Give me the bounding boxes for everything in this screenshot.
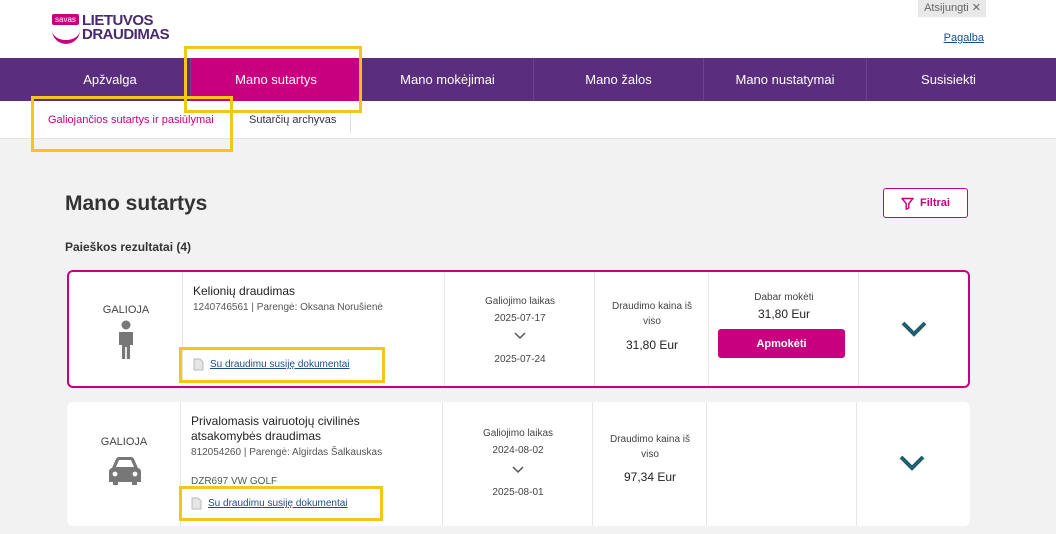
nav-item-payments[interactable]: Mano mokėjimai	[361, 58, 533, 101]
nav-item-claims[interactable]: Mano žalos	[533, 58, 703, 101]
contract-meta: 812054260 | Parengė: Algirdas Šalkauskas	[191, 447, 383, 458]
subnav-item-active-contracts[interactable]: Galiojančios sutartys ir pasiūlymai	[48, 101, 214, 139]
validity-label: Galiojimo laikas	[482, 428, 554, 439]
pay-now-label: Dabar mokėti	[754, 292, 814, 303]
header: savas LIETUVOS DRAUDIMAS Atsijungti ✕ Pa…	[0, 0, 1056, 58]
contract-name: Kelionių draudimas	[193, 284, 296, 298]
contract-card: GALIOJA Kelionių draudimas 1240746561 | …	[67, 270, 970, 388]
nav-item-contact[interactable]: Susisiekti	[866, 58, 1030, 101]
nav-item-settings[interactable]: Mano nustatymai	[703, 58, 866, 101]
price-label: Draudimo kaina iš viso	[611, 301, 693, 327]
nav-item-contracts[interactable]: Mano sutartys	[190, 58, 361, 101]
documents-link[interactable]: Su draudimu susiję dokumentai	[191, 497, 348, 510]
contract-card: GALIOJA Privalomasis vairuotojų civilinė…	[67, 402, 970, 526]
vehicle-plate: DZR697 VW GOLF	[191, 476, 278, 487]
contract-status: GALIOJA	[69, 272, 183, 386]
filter-icon	[901, 197, 914, 210]
logo-swoosh-icon	[52, 28, 80, 44]
expand-toggle[interactable]	[857, 402, 968, 526]
subnav-item-archive[interactable]: Sutarčių archyvas	[249, 101, 336, 139]
status-badge: GALIOJA	[100, 436, 148, 448]
validity-from: 2025-07-17	[494, 313, 546, 324]
contract-validity: Galiojimo laikas 2024-08-02 2025-08-01	[443, 402, 593, 526]
main-nav: Apžvalga Mano sutartys Mano mokėjimai Ma…	[0, 58, 1056, 101]
status-badge: GALIOJA	[102, 304, 150, 316]
chevron-down-icon	[514, 332, 526, 340]
logout-button[interactable]: Atsijungti ✕	[918, 0, 986, 17]
logo[interactable]: savas LIETUVOS DRAUDIMAS	[52, 12, 170, 48]
validity-label: Galiojimo laikas	[484, 296, 556, 307]
validity-to: 2025-07-24	[494, 354, 546, 365]
document-icon	[193, 358, 204, 371]
person-icon	[119, 320, 133, 359]
price-value: 97,34 Eur	[623, 470, 677, 484]
help-link[interactable]: Pagalba	[944, 32, 984, 44]
results-count: Paieškos rezultatai (4)	[65, 240, 192, 254]
car-icon	[109, 457, 141, 485]
nav-item-overview[interactable]: Apžvalga	[30, 58, 190, 101]
contract-info: Privalomasis vairuotojų civilinės atsako…	[181, 402, 443, 526]
chevron-down-icon	[512, 466, 524, 474]
contract-info: Kelionių draudimas 1240746561 | Parengė:…	[183, 272, 445, 386]
contract-status: GALIOJA	[67, 402, 181, 526]
contract-price: Draudimo kaina iš viso 97,34 Eur	[593, 402, 707, 526]
contract-payment	[707, 402, 857, 526]
pay-now-amount: 31,80 Eur	[757, 307, 811, 321]
pay-button[interactable]: Apmokėti	[718, 329, 845, 358]
documents-link-label: Su draudimu susiję dokumentai	[210, 359, 350, 370]
page-title: Mano sutartys	[65, 192, 208, 215]
validity-from: 2024-08-02	[492, 445, 544, 456]
contract-payment: Dabar mokėti 31,80 Eur Apmokėti	[709, 272, 859, 386]
documents-link[interactable]: Su draudimu susiję dokumentai	[193, 358, 350, 371]
document-icon	[191, 497, 202, 510]
logo-badge: savas	[52, 14, 79, 25]
documents-link-label: Su draudimu susiję dokumentai	[208, 498, 348, 509]
logo-line2: DRAUDIMAS	[82, 26, 170, 43]
contract-meta: 1240746561 | Parengė: Oksana Norušienė	[193, 302, 383, 313]
expand-toggle[interactable]	[859, 272, 970, 386]
contract-validity: Galiojimo laikas 2025-07-17 2025-07-24	[445, 272, 595, 386]
subnav-divider	[350, 109, 351, 133]
price-label: Draudimo kaina iš viso	[609, 434, 691, 460]
contract-name: Privalomasis vairuotojų civilinės atsako…	[191, 414, 360, 443]
contract-price: Draudimo kaina iš viso 31,80 Eur	[595, 272, 709, 386]
filter-label: Filtrai	[920, 197, 950, 209]
chevron-down-icon	[901, 321, 927, 337]
validity-to: 2025-08-01	[492, 487, 544, 498]
price-value: 31,80 Eur	[625, 338, 679, 352]
sub-nav: Galiojančios sutartys ir pasiūlymai Suta…	[0, 101, 1056, 139]
filter-button[interactable]: Filtrai	[883, 188, 968, 218]
chevron-down-icon	[899, 455, 925, 471]
